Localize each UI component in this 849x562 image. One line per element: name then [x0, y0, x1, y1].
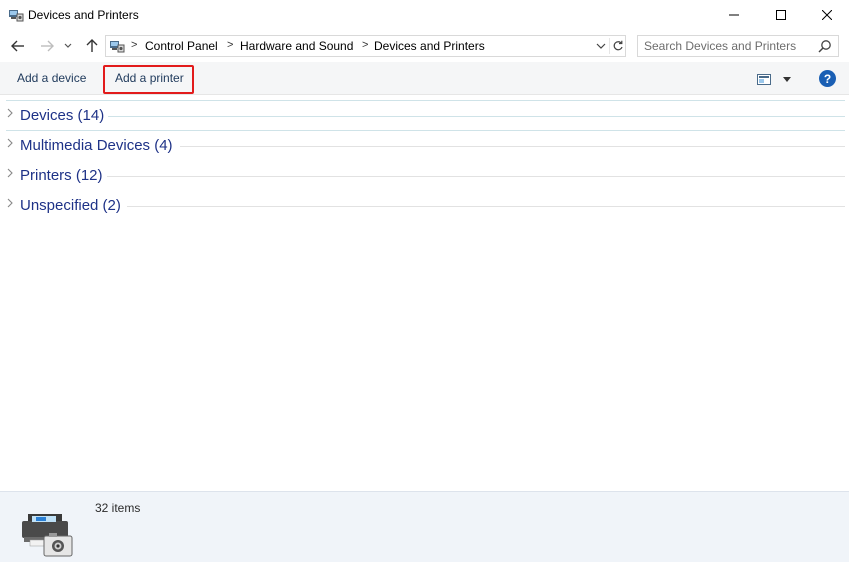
- group-divider: [107, 176, 845, 177]
- group-divider: [127, 206, 845, 207]
- group-printers[interactable]: Printers (12): [0, 159, 849, 187]
- details-pane: 32 items: [0, 491, 849, 562]
- group-unspecified[interactable]: Unspecified (2): [0, 189, 849, 217]
- breadcrumb-devices-and-printers[interactable]: Devices and Printers: [374, 39, 485, 53]
- back-button[interactable]: [8, 36, 28, 56]
- help-button[interactable]: ?: [819, 70, 836, 87]
- group-divider: [180, 146, 845, 147]
- group-devices[interactable]: Devices (14): [0, 99, 849, 131]
- up-button[interactable]: [82, 36, 102, 56]
- devices-and-printers-window: Devices and Printers > Control Panel > H…: [0, 0, 849, 562]
- close-icon: [822, 10, 832, 20]
- address-history-button[interactable]: [594, 38, 608, 54]
- forward-button[interactable]: [37, 36, 57, 56]
- address-bar[interactable]: > Control Panel > Hardware and Sound > D…: [105, 35, 626, 57]
- device-groups-list: Devices (14) Multimedia Devices (4) Prin…: [0, 96, 849, 491]
- refresh-icon: [613, 40, 623, 51]
- arrow-right-icon: [41, 40, 54, 52]
- breadcrumb-hardware-and-sound[interactable]: Hardware and Sound: [240, 39, 353, 53]
- minimize-icon: [729, 14, 739, 16]
- breadcrumb-control-panel[interactable]: Control Panel: [145, 39, 218, 53]
- arrow-left-icon: [11, 40, 24, 52]
- dropdown-arrow-icon: [783, 76, 791, 82]
- chevron-down-icon: [64, 43, 72, 48]
- group-multimedia-devices[interactable]: Multimedia Devices (4): [0, 129, 849, 157]
- command-bar: Add a device Add a printer ?: [0, 62, 849, 95]
- chevron-right-icon: [7, 138, 13, 148]
- title-bar: Devices and Printers: [0, 0, 849, 30]
- breadcrumb-separator-icon: >: [362, 39, 369, 51]
- add-printer-button[interactable]: Add a printer: [115, 71, 184, 85]
- devices-printers-icon: [20, 510, 76, 558]
- arrow-up-icon: [86, 39, 98, 52]
- recent-locations-button[interactable]: [61, 36, 75, 56]
- group-label: Unspecified (2): [20, 197, 121, 214]
- devices-printers-icon: [8, 7, 24, 23]
- view-icon: [757, 73, 771, 85]
- breadcrumb-separator-icon: >: [131, 39, 138, 51]
- maximize-icon: [776, 10, 786, 20]
- control-panel-icon: [109, 38, 125, 54]
- search-icon[interactable]: [818, 39, 834, 55]
- group-label: Devices (14): [20, 107, 105, 124]
- item-count: 32 items: [95, 501, 141, 515]
- group-label: Multimedia Devices (4): [20, 137, 173, 154]
- search-box[interactable]: [637, 35, 839, 57]
- group-divider: [108, 116, 845, 117]
- chevron-right-icon: [7, 168, 13, 178]
- group-label: Printers (12): [20, 167, 103, 184]
- add-device-button[interactable]: Add a device: [17, 71, 86, 85]
- minimize-button[interactable]: [711, 0, 757, 30]
- window-title: Devices and Printers: [28, 8, 139, 22]
- refresh-button[interactable]: [609, 38, 625, 54]
- search-input[interactable]: [644, 38, 814, 54]
- breadcrumb-separator-icon: >: [227, 39, 234, 51]
- change-view-button[interactable]: [757, 72, 793, 86]
- chevron-right-icon: [7, 198, 13, 208]
- chevron-right-icon: [7, 108, 13, 118]
- close-button[interactable]: [804, 0, 849, 30]
- maximize-button[interactable]: [758, 0, 804, 30]
- chevron-down-icon: [596, 43, 606, 49]
